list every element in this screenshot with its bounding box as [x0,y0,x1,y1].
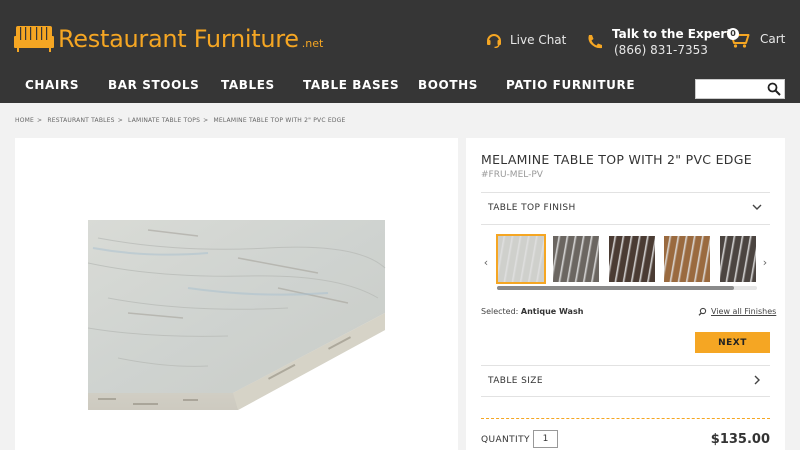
selected-finish-name: Antique Wash [520,307,584,316]
swatch-scrollbar[interactable] [497,286,757,290]
search-icon[interactable] [767,82,781,96]
product-image[interactable] [88,218,388,410]
talk-to-experts[interactable]: Talk to the Experts (866) 831-7353 [586,27,739,57]
view-all-finishes-link[interactable]: View all Finishes [698,307,776,316]
chevron-right-icon[interactable]: › [760,256,770,270]
dotted-divider [481,418,770,419]
table-top-finish-label: TABLE TOP FINISH [488,203,576,213]
chevron-right-icon [754,375,760,385]
headset-icon [487,34,501,48]
experts-title: Talk to the Experts [612,27,740,41]
live-chat-link[interactable]: Live Chat [486,32,566,48]
product-sku: #FRU-MEL-PV [481,170,543,180]
nav-item-booths[interactable]: BOOTHS [418,78,478,92]
breadcrumb-laminate-table-tops[interactable]: LAMINATE TABLE TOPS [128,117,200,124]
swatch-honey-oak[interactable] [664,236,710,282]
swatch-antique-wash[interactable] [496,234,546,284]
swatch-scrollbar-thumb[interactable] [497,286,734,290]
logo-text: Restaurant Furniture [58,25,299,53]
chevron-left-icon[interactable]: ‹ [481,256,491,270]
selected-prefix: Selected: [481,307,519,316]
product-price: $135.00 [710,432,770,447]
selected-finish: Selected: Antique Wash [481,307,583,316]
sofa-logo-icon [14,26,54,52]
table-size-header[interactable]: TABLE SIZE [481,366,770,396]
next-button[interactable]: NEXT [695,332,770,353]
breadcrumb-home[interactable]: HOME [15,117,34,124]
search-input[interactable] [695,79,785,99]
product-title: MELAMINE TABLE TOP WITH 2" PVC EDGE [481,152,752,167]
cart-count-badge: 0 [727,28,739,40]
breadcrumb: HOME > RESTAURANT TABLES > LAMINATE TABLE … [15,117,346,124]
nav-item-bar-stools[interactable]: BAR STOOLS [108,78,199,92]
cart-link[interactable]: 0 Cart [726,28,786,48]
nav-item-table-bases[interactable]: TABLE BASES [303,78,399,92]
search-icon [698,307,707,316]
nav-item-chairs[interactable]: CHAIRS [25,78,79,92]
swatch-dark-walnut[interactable] [609,236,655,282]
quantity-label: QUANTITY [481,435,530,445]
live-chat-label: Live Chat [510,33,567,47]
breadcrumb-restaurant-tables[interactable]: RESTAURANT TABLES [47,117,114,124]
product-image-panel [15,138,458,450]
table-size-label: TABLE SIZE [488,376,543,386]
swatch-charcoal-wood[interactable] [720,236,756,282]
site-header: Restaurant Furniture .net Live Chat Talk… [0,0,800,103]
quantity-input[interactable] [533,430,558,448]
site-logo[interactable]: Restaurant Furniture .net [14,22,323,56]
breadcrumb-current: MELAMINE TABLE TOP WITH 2" PVC EDGE [213,117,346,124]
view-all-finishes-label: View all Finishes [711,307,777,316]
chevron-down-icon [752,204,762,210]
product-details: MELAMINE TABLE TOP WITH 2" PVC EDGE #FRU… [466,138,785,450]
divider [481,224,770,225]
cart-label: Cart [760,32,786,46]
finish-swatch-carousel: ‹ › [481,234,770,296]
swatch-rustic-grey[interactable] [553,236,599,282]
divider [481,396,770,397]
table-top-finish-header[interactable]: TABLE TOP FINISH [481,193,770,223]
experts-phone[interactable]: (866) 831-7353 [612,43,739,57]
nav-item-tables[interactable]: TABLES [221,78,275,92]
phone-icon [588,35,602,49]
logo-suffix: .net [301,36,324,50]
nav-item-patio-furniture[interactable]: PATIO FURNITURE [506,78,635,92]
